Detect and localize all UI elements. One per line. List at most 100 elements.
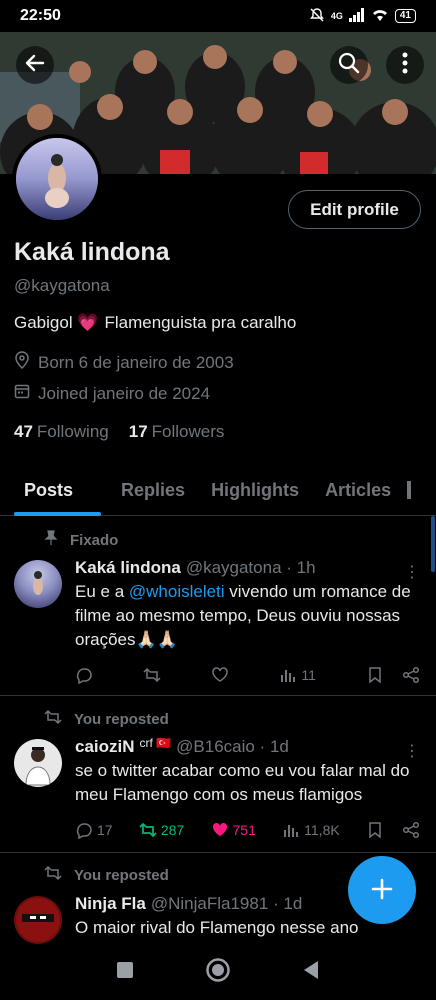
birthday-row: Born 6 de janeiro de 2003: [14, 351, 234, 374]
views-count: 11,8K: [304, 822, 340, 838]
like-count: 751: [232, 822, 256, 838]
repost-button[interactable]: [143, 666, 161, 684]
post-author-meta: @NinjaFla1981 · 1d: [150, 894, 303, 913]
followers-link[interactable]: 17 Followers: [129, 422, 225, 442]
heart-icon: [212, 667, 228, 682]
reply-button[interactable]: [75, 666, 93, 684]
repost-count: 287: [160, 822, 185, 838]
system-nav-bar: [0, 944, 436, 1000]
profile-tabs: Posts Replies Highlights Articles: [0, 464, 436, 516]
back-button[interactable]: [16, 46, 54, 84]
pinned-label: Fixado: [70, 531, 119, 549]
post-text: Eu e a @whoisleleti vivendo um romance d…: [75, 580, 420, 652]
post-author-avatar[interactable]: [14, 896, 62, 944]
edit-profile-button[interactable]: Edit profile: [288, 190, 421, 229]
repost-icon: [139, 822, 157, 838]
views-button[interactable]: 11: [279, 666, 316, 684]
repost-label-row: You reposted: [44, 865, 169, 885]
bookmark-icon: [369, 822, 381, 839]
heart-icon: [212, 822, 227, 836]
profile-handle: @kaygatona: [14, 276, 110, 295]
views-icon: [284, 825, 299, 837]
following-count: 47: [14, 422, 33, 441]
post-content: Kaká lindona @kaygatona · 1h Eu e a @who…: [75, 558, 420, 652]
born-text: Born 6 de janeiro de 2003: [38, 352, 234, 372]
like-button[interactable]: 751: [211, 821, 256, 839]
status-bar: 22:50 4G 41: [0, 0, 436, 32]
tab-posts[interactable]: Posts: [0, 464, 111, 516]
post-more-icon[interactable]: ⋮: [404, 562, 420, 582]
profile-name: Kaká lindona: [14, 238, 170, 266]
back-nav-button[interactable]: [302, 960, 320, 985]
post-content: caioziN crf 🇹🇷 @B16caio · 1d se o twitte…: [75, 736, 420, 807]
circle-icon: [206, 957, 230, 982]
following-link[interactable]: 47 Following: [14, 422, 109, 442]
mention-link[interactable]: @whoisleleti: [129, 582, 225, 601]
views-button[interactable]: 11,8K: [282, 821, 340, 839]
square-icon: [116, 961, 133, 978]
triangle-back-icon: [304, 960, 319, 979]
wifi-icon: [371, 8, 389, 25]
post-author-meta: @B16caio · 1d: [176, 737, 289, 756]
reply-icon: [76, 823, 92, 839]
views-count: 11: [301, 667, 316, 683]
reply-count: 17: [97, 822, 113, 838]
home-button[interactable]: [205, 957, 231, 988]
post-author-name[interactable]: caioziN: [75, 737, 135, 757]
bookmark-button[interactable]: [366, 666, 384, 684]
recents-button[interactable]: [116, 961, 134, 984]
views-icon: [281, 670, 296, 682]
profile-avatar[interactable]: [12, 134, 102, 224]
follow-stats: 47 Following 17 Followers: [14, 422, 224, 442]
profile-bio: Gabigol 💗 Flamenguista pra caralho: [14, 313, 296, 333]
pinned-label-row: Fixado: [44, 530, 118, 550]
more-vertical-icon: [402, 52, 408, 79]
repost-icon: [44, 709, 62, 729]
share-icon: [402, 821, 420, 839]
bookmark-icon: [369, 667, 381, 684]
compose-button[interactable]: [348, 856, 416, 924]
reply-icon: [76, 668, 92, 684]
repost-label: You reposted: [74, 710, 169, 728]
share-button[interactable]: [402, 666, 420, 684]
network-label: 4G: [330, 11, 343, 21]
pin-icon: [44, 530, 58, 550]
tab-articles[interactable]: Articles: [315, 464, 407, 516]
repost-icon: [143, 667, 161, 683]
post-text: se o twitter acabar como eu vou falar ma…: [75, 761, 410, 804]
signal-icon: [348, 7, 365, 25]
avatar-photo: [16, 138, 98, 220]
post-author-avatar[interactable]: [14, 560, 62, 608]
more-options-button[interactable]: [386, 46, 424, 84]
tab-more-overflow[interactable]: [407, 464, 412, 516]
post-item[interactable]: You reposted caioziN crf 🇹🇷 @B16caio · 1…: [0, 697, 436, 853]
repost-button[interactable]: 287: [139, 821, 184, 839]
followers-label: Followers: [151, 422, 225, 441]
like-button[interactable]: [211, 666, 229, 684]
post-author-name[interactable]: Kaká lindona: [75, 558, 181, 578]
tab-highlights[interactable]: Highlights: [201, 464, 315, 516]
following-label: Following: [36, 422, 109, 441]
joined-text: Joined janeiro de 2024: [38, 383, 211, 403]
post-author-avatar[interactable]: [14, 739, 62, 787]
share-button[interactable]: [402, 821, 420, 839]
post-text-start: Eu e a: [75, 582, 129, 601]
post-item[interactable]: Fixado Kaká lindona @kaygatona · 1h Eu e…: [0, 516, 436, 696]
reply-button[interactable]: 17: [75, 821, 113, 839]
followers-count: 17: [128, 422, 148, 441]
repost-label: You reposted: [74, 866, 169, 884]
tab-replies[interactable]: Replies: [111, 464, 201, 516]
post-actions: 11: [75, 666, 420, 684]
repost-icon: [44, 865, 62, 885]
repost-label-row: You reposted: [44, 709, 169, 729]
author-badge: crf 🇹🇷: [139, 736, 172, 750]
post-author-name[interactable]: Ninja Fla: [75, 894, 146, 914]
location-pin-icon: [14, 351, 30, 374]
mute-icon: [309, 7, 325, 26]
status-icons: 4G 41: [309, 7, 416, 26]
battery-icon: 41: [394, 9, 416, 23]
search-button[interactable]: [330, 46, 368, 84]
post-more-icon[interactable]: ⋮: [404, 741, 420, 761]
post-actions: 17 287 751 11,8K: [75, 821, 420, 839]
bookmark-button[interactable]: [366, 821, 384, 839]
